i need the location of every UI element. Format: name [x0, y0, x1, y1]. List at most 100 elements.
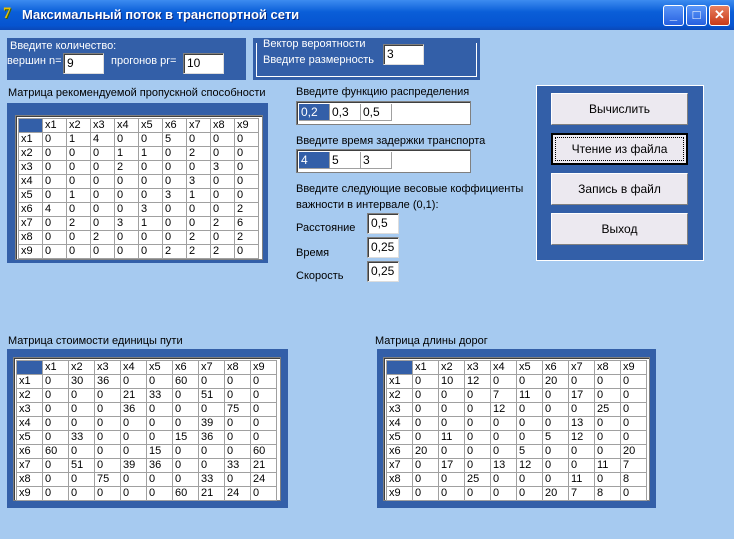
matrix-cell[interactable]: 5	[516, 444, 543, 459]
column-header[interactable]: x2	[66, 118, 91, 133]
matrix-cell[interactable]: 0	[250, 416, 277, 431]
matrix-cell[interactable]: 7	[490, 388, 517, 403]
column-header[interactable]: x6	[162, 118, 187, 133]
matrix-cell[interactable]: 2	[234, 230, 259, 245]
matrix-cell[interactable]: 2	[186, 244, 211, 259]
matrix-cell[interactable]: 0	[542, 388, 569, 403]
matrix-cell[interactable]: 0	[42, 402, 69, 417]
matrix-cell[interactable]: 2	[66, 216, 91, 231]
row-header[interactable]: x2	[18, 146, 43, 161]
row-header[interactable]: x1	[18, 132, 43, 147]
matrix-cell[interactable]: 33	[68, 430, 95, 445]
matrix-cell[interactable]: 36	[146, 458, 173, 473]
matrix-cell[interactable]: 36	[198, 430, 225, 445]
matrix-cell[interactable]: 0	[172, 472, 199, 487]
matrix-cell[interactable]: 0	[146, 416, 173, 431]
matrix-cell[interactable]: 0	[412, 402, 439, 417]
column-header[interactable]: x1	[412, 360, 439, 375]
matrix-cell[interactable]: 0	[42, 244, 67, 259]
matrix-cell[interactable]: 0	[68, 444, 95, 459]
matrix-cell[interactable]: 0	[172, 388, 199, 403]
matrix-cell[interactable]: 0	[94, 430, 121, 445]
length-matrix-grid[interactable]: x1 x2 x3 x4 x5 x6 x7 x8 x9 x1 0 10 12 0 0 20 0 0 0 x2 0 0 0 7 11…	[383, 357, 650, 501]
matrix-cell[interactable]: 7	[620, 458, 647, 473]
matrix-cell[interactable]: 0	[490, 444, 517, 459]
matrix-cell[interactable]: 0	[210, 132, 235, 147]
matrix-cell[interactable]: 8	[620, 472, 647, 487]
matrix-cell[interactable]: 10	[438, 374, 465, 389]
matrix-cell[interactable]: 0	[66, 230, 91, 245]
matrix-cell[interactable]: 0	[438, 416, 465, 431]
matrix-cell[interactable]: 0	[568, 458, 595, 473]
matrix-cell[interactable]: 25	[594, 402, 621, 417]
matrix-cell[interactable]: 0	[120, 430, 147, 445]
matrix-cell[interactable]: 0	[90, 174, 115, 189]
matrix-cell[interactable]: 0	[42, 472, 69, 487]
matrix-cell[interactable]: 0	[90, 216, 115, 231]
matrix-cell[interactable]: 0	[68, 416, 95, 431]
matrix-cell[interactable]: 0	[42, 188, 67, 203]
matrix-cell[interactable]: 2	[186, 230, 211, 245]
matrix-cell[interactable]: 36	[120, 402, 147, 417]
column-header[interactable]: x2	[438, 360, 465, 375]
matrix-cell[interactable]: 13	[490, 458, 517, 473]
matrix-cell[interactable]: 11	[516, 388, 543, 403]
row-header[interactable]: x6	[386, 444, 413, 459]
row-header[interactable]: x5	[386, 430, 413, 445]
matrix-cell[interactable]: 0	[198, 458, 225, 473]
matrix-cell[interactable]: 0	[568, 402, 595, 417]
matrix-cell[interactable]: 0	[94, 444, 121, 459]
matrix-cell[interactable]: 0	[516, 416, 543, 431]
column-header[interactable]: x9	[234, 118, 259, 133]
time-weight-input[interactable]: 0,25	[367, 237, 399, 258]
matrix-cell[interactable]: 0	[412, 430, 439, 445]
matrix-cell[interactable]: 0	[412, 458, 439, 473]
delay-cell[interactable]: 3	[361, 152, 392, 169]
matrix-cell[interactable]: 0	[90, 188, 115, 203]
matrix-cell[interactable]: 0	[490, 430, 517, 445]
row-header[interactable]: x7	[16, 458, 43, 473]
matrix-cell[interactable]: 17	[568, 388, 595, 403]
matrix-cell[interactable]: 4	[90, 132, 115, 147]
row-header[interactable]: x8	[386, 472, 413, 487]
matrix-cell[interactable]: 0	[224, 472, 251, 487]
matrix-cell[interactable]: 0	[90, 244, 115, 259]
matrix-cell[interactable]: 0	[250, 388, 277, 403]
matrix-cell[interactable]: 0	[464, 444, 491, 459]
matrix-cell[interactable]: 0	[94, 416, 121, 431]
matrix-cell[interactable]: 0	[464, 402, 491, 417]
matrix-cell[interactable]: 0	[250, 402, 277, 417]
column-header[interactable]: x4	[490, 360, 517, 375]
matrix-cell[interactable]: 0	[146, 402, 173, 417]
row-header[interactable]: x4	[18, 174, 43, 189]
matrix-cell[interactable]: 51	[198, 388, 225, 403]
matrix-cell[interactable]: 21	[120, 388, 147, 403]
matrix-cell[interactable]: 2	[90, 230, 115, 245]
matrix-cell[interactable]: 0	[490, 374, 517, 389]
matrix-cell[interactable]: 1	[66, 188, 91, 203]
matrix-cell[interactable]: 0	[490, 486, 517, 501]
matrix-cell[interactable]: 6	[234, 216, 259, 231]
matrix-cell[interactable]: 12	[490, 402, 517, 417]
column-header[interactable]: x1	[42, 118, 67, 133]
column-header[interactable]: x7	[186, 118, 211, 133]
matrix-cell[interactable]: 0	[438, 472, 465, 487]
matrix-cell[interactable]: 7	[568, 486, 595, 501]
matrix-cell[interactable]: 0	[120, 416, 147, 431]
column-header[interactable]: x9	[620, 360, 647, 375]
matrix-cell[interactable]: 0	[146, 374, 173, 389]
matrix-cell[interactable]: 0	[186, 132, 211, 147]
matrix-cell[interactable]: 2	[210, 216, 235, 231]
matrix-cell[interactable]: 8	[594, 486, 621, 501]
matrix-cell[interactable]: 20	[620, 444, 647, 459]
matrix-cell[interactable]: 0	[90, 146, 115, 161]
matrix-cell[interactable]: 0	[594, 416, 621, 431]
matrix-cell[interactable]: 0	[42, 174, 67, 189]
matrix-cell[interactable]: 0	[120, 486, 147, 501]
matrix-cell[interactable]: 0	[412, 486, 439, 501]
row-header[interactable]: x9	[16, 486, 43, 501]
matrix-cell[interactable]: 0	[162, 230, 187, 245]
matrix-cell[interactable]: 0	[198, 444, 225, 459]
matrix-cell[interactable]: 0	[90, 160, 115, 175]
matrix-cell[interactable]: 0	[120, 472, 147, 487]
